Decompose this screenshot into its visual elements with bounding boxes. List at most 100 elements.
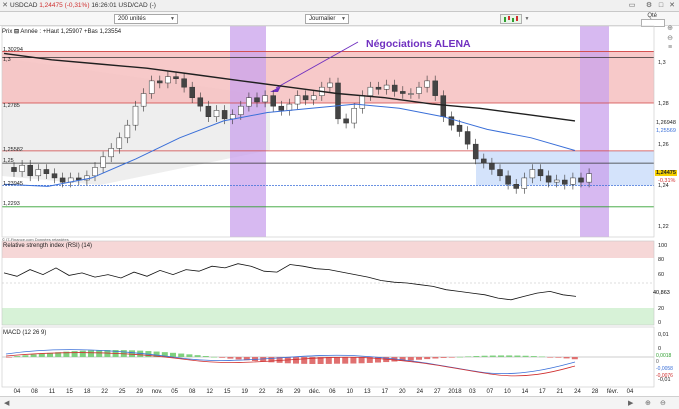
macd-histogram-bar [424, 357, 431, 360]
candle-body [505, 175, 511, 185]
x-axis-label: 21 [556, 389, 564, 395]
candle-body [335, 82, 341, 120]
candle-body [294, 95, 301, 105]
x-axis-label: 2018 [448, 389, 462, 395]
candle-body [132, 105, 139, 126]
zoom-in-icon[interactable]: ⊕ [645, 399, 651, 407]
x-axis-label: 15 [66, 389, 73, 395]
candle-body [448, 116, 455, 126]
price-tick: 1,26 [658, 142, 669, 148]
x-axis-label: 29 [293, 389, 301, 395]
candle-body [229, 114, 236, 120]
candle-body [432, 80, 438, 96]
candle-body [464, 131, 471, 145]
candle-body [59, 177, 66, 183]
x-axis-label: 20 [398, 389, 406, 395]
rsi-tick: 0 [658, 320, 662, 326]
candle-body [286, 103, 293, 111]
scroll-left-icon[interactable]: ◀ [4, 399, 9, 407]
candle-body [375, 86, 382, 90]
macd-histogram-bar [211, 356, 217, 358]
x-axis-label: 11 [48, 389, 56, 395]
macd-histogram-bar [539, 356, 545, 358]
candle-body [383, 84, 390, 90]
macd-tick: 0 [658, 346, 662, 352]
macd-label: MACD (12 26 9) [3, 330, 47, 336]
candle-body [578, 177, 584, 183]
candle-body [173, 76, 179, 79]
candle-body [310, 95, 317, 101]
candle-body [270, 95, 276, 107]
x-axis-label: 14 [521, 389, 529, 395]
macd-histogram-bar [473, 356, 480, 357]
annotation-label: Négociations ALENA [366, 38, 471, 50]
level-label: 1,2293 [3, 201, 20, 207]
x-axis-label: 04 [13, 389, 21, 395]
macd-histogram-bar [170, 352, 176, 357]
rsi-label: Relative strength index (RSI) (14) [3, 243, 93, 249]
candle-body [27, 165, 33, 177]
candle-body [278, 105, 285, 111]
candle-body [116, 137, 123, 149]
candle-body [521, 177, 528, 189]
macd-histogram-bar [88, 350, 94, 357]
candle-body [100, 156, 106, 168]
x-axis-label: 22 [101, 389, 108, 395]
x-axis-label: 18 [83, 389, 91, 395]
candle-body [343, 118, 349, 124]
candle-body [529, 169, 536, 179]
rsi-tick: 100 [658, 243, 668, 249]
scroll-right-icon[interactable]: ▶ [628, 399, 633, 407]
macd-histogram-bar [465, 356, 472, 358]
candle-body [19, 165, 25, 172]
macd-histogram-bar [6, 357, 12, 358]
macd-histogram-bar [440, 357, 447, 358]
x-axis-label: 24 [574, 389, 581, 395]
candle-body [456, 124, 463, 132]
macd-histogram-bar [129, 350, 135, 357]
candle-body [221, 110, 228, 120]
macd-histogram-bar [432, 357, 439, 359]
x-axis-label: 10 [504, 389, 511, 395]
x-axis-label: 07 [486, 389, 494, 395]
x-axis-label: 22 [258, 389, 266, 395]
level-label: 1,25582 [3, 147, 23, 153]
macd-histogram-bar [530, 356, 537, 357]
macd-histogram-bar [96, 350, 103, 357]
macd-histogram-bar [547, 357, 554, 358]
last-price-tag: 1,24475 [655, 170, 677, 176]
rsi-tick: 80 [658, 257, 665, 263]
x-axis-label: 06 [328, 389, 336, 395]
x-axis-label: 26 [276, 389, 284, 395]
candle-body [440, 95, 447, 117]
chart-canvas[interactable] [0, 0, 679, 409]
macd-histogram-bar [186, 354, 193, 357]
candle-body [400, 91, 406, 94]
x-axis-label: 04 [626, 389, 634, 395]
macd-histogram-bar [571, 357, 578, 360]
macd-histogram-bar [506, 355, 513, 357]
candle-body [351, 108, 357, 124]
macd-histogram-bar [514, 355, 521, 357]
macd-value: -0,0058 [656, 366, 673, 372]
candle-body [165, 76, 171, 84]
candle-body [424, 80, 430, 88]
candle-body [189, 86, 195, 98]
scroll-bar[interactable]: ◀ ▶ ⊕ ⊖ [0, 396, 679, 409]
zoom-out-icon[interactable]: ⊖ [660, 399, 666, 407]
candle-body [513, 184, 519, 189]
macd-histogram-bar [522, 355, 529, 357]
long-ma-value-tag: 1,26948 [656, 120, 676, 126]
candle-body [416, 86, 422, 94]
candle-body [537, 169, 544, 177]
macd-histogram-bar [563, 357, 570, 359]
candle-body [367, 86, 374, 96]
level-label: 1,2785 [3, 103, 20, 109]
candle-body [562, 179, 568, 185]
rsi-tick: 60 [658, 272, 665, 278]
macd-histogram-bar [416, 357, 422, 360]
macd-histogram-bar [481, 355, 488, 357]
candle-body [148, 80, 155, 94]
macd-histogram-bar [202, 356, 209, 357]
x-axis-label: 13 [363, 389, 371, 395]
